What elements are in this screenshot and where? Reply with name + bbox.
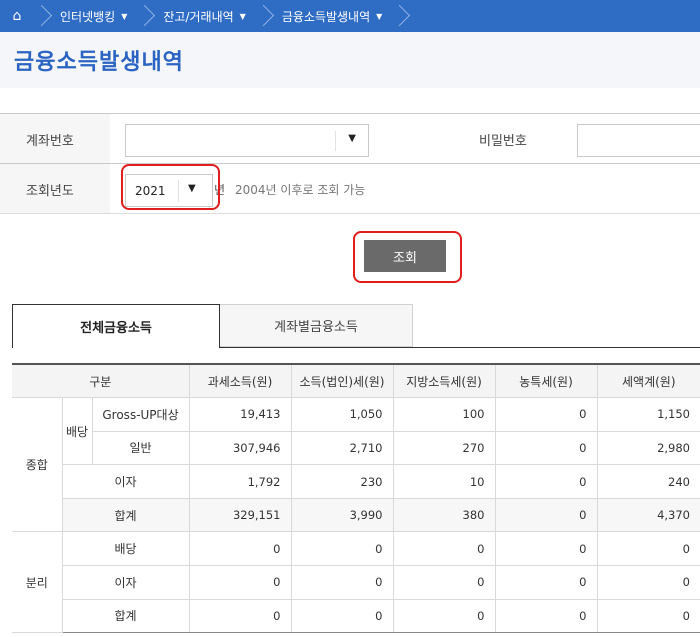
home-icon[interactable]: ⌂ <box>0 0 34 32</box>
cell-local-tax: 0 <box>392 565 496 600</box>
cell-local-tax: 0 <box>392 598 496 634</box>
table-row: 분리 배당 0 0 0 0 0 <box>12 531 700 634</box>
password-label: 비밀번호 <box>479 134 527 149</box>
table-row: 합계 329,151 3,990 380 0 4,370 <box>12 497 700 533</box>
header-taxable-income: 과세소득(원) <box>188 363 292 399</box>
row-label: 이자 <box>61 464 190 499</box>
chevron-right-icon <box>392 0 404 32</box>
tab-account-income[interactable]: 계좌별금융소득 <box>220 304 413 347</box>
cell-rural-tax: 0 <box>494 464 598 499</box>
breadcrumb-item-label: 인터넷뱅킹 <box>60 9 116 24</box>
cell-local-tax: 100 <box>392 397 496 432</box>
label-cell: 조회년도 <box>0 164 110 213</box>
cell-income-tax: 0 <box>290 565 394 600</box>
divider <box>335 131 336 151</box>
cell-rural-tax: 0 <box>494 497 598 533</box>
breadcrumb-item-label: 잔고/거래내역 <box>163 9 234 24</box>
table-header-row: 구분 과세소득(원) 소득(법인)세(원) 지방소득세(원) 농특세(원) 세액… <box>12 363 700 399</box>
label-cell: 비밀번호 <box>465 114 561 163</box>
cell-rural-tax: 0 <box>494 598 598 634</box>
table-row: 일반 307,946 2,710 270 0 2,980 <box>12 430 700 466</box>
header-category: 구분 <box>12 363 190 399</box>
cell-income-tax: 1,050 <box>290 397 394 432</box>
breadcrumb-item-internet-banking[interactable]: 인터넷뱅킹 ▼ <box>46 0 137 32</box>
breadcrumb-item-financial-income[interactable]: 금융소득발생내역 ▼ <box>268 0 392 32</box>
search-form: 계좌번호 ▼ 비밀번호 조회년도 2021 ▼ 년 2004년 이후로 조회 가… <box>0 113 700 214</box>
caret-down-icon: ▼ <box>121 11 128 21</box>
cell-total-tax: 240 <box>596 464 700 499</box>
header-income-tax: 소득(법인)세(원) <box>290 363 394 399</box>
row-label: 일반 <box>91 430 190 466</box>
cell-income-tax: 3,990 <box>290 497 394 533</box>
cell-income-tax: 2,710 <box>290 430 394 466</box>
chevron-right-icon <box>137 0 149 32</box>
cell-taxable-income: 329,151 <box>188 497 292 533</box>
row-label: 배당 <box>61 531 190 567</box>
search-button-highlight <box>353 231 462 283</box>
cell-income-tax: 230 <box>290 464 394 499</box>
cell-total-tax: 4,370 <box>596 497 700 533</box>
cell-rural-tax: 0 <box>494 397 598 432</box>
year-label: 조회년도 <box>26 184 74 199</box>
title-area: 금융소득발생내역 <box>0 32 700 88</box>
chevron-right-icon <box>256 0 268 32</box>
cell-rural-tax: 0 <box>494 430 598 466</box>
cell-rural-tax: 0 <box>494 531 598 567</box>
year-select-highlight <box>121 164 220 210</box>
cell-total-tax: 0 <box>596 565 700 600</box>
cell-local-tax: 380 <box>392 497 496 533</box>
group-comprehensive: 종합 <box>12 397 63 533</box>
cell-total-tax: 0 <box>596 531 700 567</box>
header-local-tax: 지방소득세(원) <box>392 363 496 399</box>
cell-taxable-income: 0 <box>188 598 292 634</box>
tab-total-income[interactable]: 전체금융소득 <box>12 304 220 348</box>
cell-local-tax: 270 <box>392 430 496 466</box>
table-row: 종합 배당 Gross-UP대상 19,413 1,050 100 0 1,15… <box>12 397 700 533</box>
year-row: 조회년도 2021 ▼ 년 2004년 이후로 조회 가능 <box>0 163 700 214</box>
table-row: 이자 1,792 230 10 0 240 <box>12 464 700 499</box>
cell-local-tax: 10 <box>392 464 496 499</box>
dropdown-arrow-icon: ▼ <box>348 133 356 144</box>
caret-down-icon: ▼ <box>376 11 383 21</box>
header-rural-tax: 농특세(원) <box>494 363 598 399</box>
year-note: 2004년 이후로 조회 가능 <box>235 183 366 197</box>
row-label: 합계 <box>61 598 190 634</box>
cell-taxable-income: 1,792 <box>188 464 292 499</box>
subgroup-dividend: 배당 <box>61 397 93 466</box>
table-row: 합계 0 0 0 0 0 <box>12 598 700 634</box>
page-title: 금융소득발생내역 <box>14 50 184 75</box>
account-label: 계좌번호 <box>26 134 74 149</box>
breadcrumb-item-label: 금융소득발생내역 <box>281 9 371 24</box>
cell-total-tax: 2,980 <box>596 430 700 466</box>
label-cell: 계좌번호 <box>0 114 110 163</box>
header-total-tax: 세액계(원) <box>596 363 700 399</box>
caret-down-icon: ▼ <box>239 11 246 21</box>
row-label: 합계 <box>61 497 190 533</box>
cell-taxable-income: 0 <box>188 531 292 567</box>
chevron-right-icon <box>34 0 46 32</box>
cell-local-tax: 0 <box>392 531 496 567</box>
cell-total-tax: 1,150 <box>596 397 700 432</box>
row-label: 이자 <box>61 565 190 600</box>
table-row: 이자 0 0 0 0 0 <box>12 565 700 600</box>
cell-rural-tax: 0 <box>494 565 598 600</box>
cell-taxable-income: 0 <box>188 565 292 600</box>
breadcrumb: ⌂ 인터넷뱅킹 ▼ 잔고/거래내역 ▼ 금융소득발생내역 ▼ <box>0 0 700 32</box>
tab-bar: 전체금융소득 계좌별금융소득 <box>12 304 700 348</box>
account-select[interactable]: ▼ <box>125 124 369 157</box>
password-input[interactable] <box>577 124 700 157</box>
breadcrumb-item-balance[interactable]: 잔고/거래내역 ▼ <box>149 0 255 32</box>
income-table: 구분 과세소득(원) 소득(법인)세(원) 지방소득세(원) 농특세(원) 세액… <box>12 363 700 634</box>
cell-income-tax: 0 <box>290 531 394 567</box>
cell-total-tax: 0 <box>596 598 700 634</box>
group-separate: 분리 <box>12 531 63 634</box>
row-label: Gross-UP대상 <box>91 397 190 432</box>
cell-taxable-income: 19,413 <box>188 397 292 432</box>
account-row: 계좌번호 ▼ 비밀번호 <box>0 113 700 163</box>
cell-income-tax: 0 <box>290 598 394 634</box>
cell-taxable-income: 307,946 <box>188 430 292 466</box>
